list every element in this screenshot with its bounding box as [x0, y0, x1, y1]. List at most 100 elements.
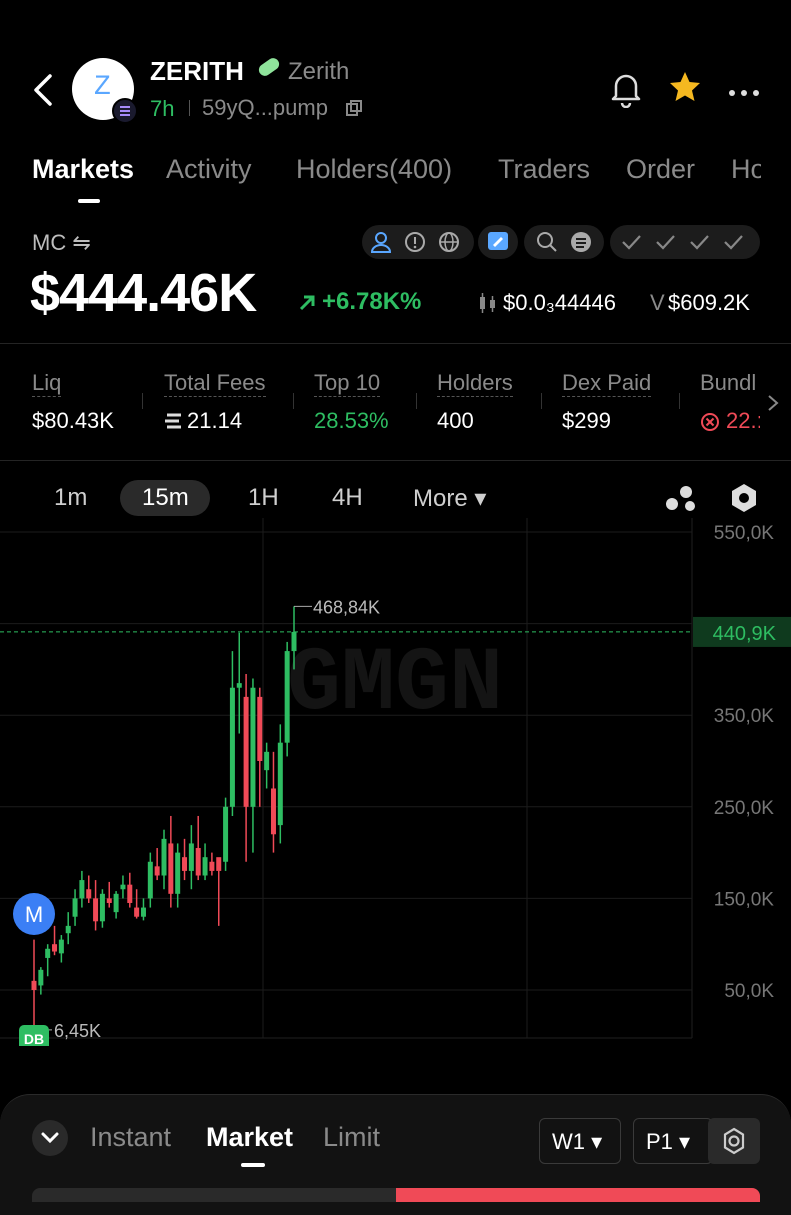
candle — [65, 912, 71, 945]
candle-body — [65, 925, 71, 934]
stat-top10-value: 28.53% — [314, 408, 389, 433]
market-cap-value: $444.46K — [30, 263, 257, 323]
globe-icon[interactable] — [438, 231, 460, 253]
gear-icon — [723, 1127, 745, 1155]
more-options-icon[interactable] — [728, 84, 760, 102]
candle-body — [140, 907, 146, 917]
candle — [202, 843, 208, 881]
stat-fees-label[interactable]: Total Fees — [164, 370, 266, 397]
interval-15m[interactable]: 15m — [142, 484, 189, 512]
stat-fees-value: 21.14 — [187, 408, 243, 433]
settings-hexagon-icon[interactable] — [729, 482, 759, 514]
copy-icon[interactable] — [346, 100, 362, 116]
candle — [140, 898, 146, 921]
candle-body — [52, 944, 58, 952]
candle — [264, 742, 270, 789]
edit-info-icon[interactable] — [487, 231, 509, 253]
candle — [127, 872, 133, 908]
divider — [416, 393, 417, 409]
order-tab-market[interactable]: Market — [206, 1122, 293, 1153]
interval-more[interactable]: More ▾ — [413, 484, 486, 513]
y-axis: 550,0K450,0K350,0K250,0K150,0K50,0K — [714, 523, 775, 1002]
order-settings-button[interactable] — [708, 1118, 760, 1164]
candle-body — [229, 687, 235, 807]
candle-body — [113, 893, 119, 913]
stat-holders-label[interactable]: Holders — [437, 370, 513, 397]
stat-dexpaid-label[interactable]: Dex Paid — [562, 370, 652, 397]
candle-body — [257, 696, 263, 761]
interval-4h[interactable]: 4H — [332, 484, 363, 512]
tab-activity[interactable]: Activity — [166, 154, 252, 185]
arrow-up-right-icon — [299, 295, 315, 311]
search-icon[interactable] — [536, 231, 558, 253]
chevron-right-icon[interactable] — [766, 394, 780, 412]
candle-body — [58, 939, 64, 954]
tab-order[interactable]: Order — [626, 154, 695, 185]
token-name: ZERITH — [150, 56, 244, 86]
candle-body — [243, 696, 249, 807]
wallet-select[interactable]: W1 ▾ — [539, 1118, 621, 1164]
candle-body — [236, 683, 242, 688]
candle — [31, 939, 37, 1030]
low-label: 6,45K — [54, 1021, 101, 1041]
candle — [270, 751, 276, 853]
tab-markets[interactable]: Markets — [32, 154, 134, 185]
candle-body — [86, 889, 92, 899]
mc-label[interactable]: MC ⇋ — [32, 230, 91, 256]
check-icon — [724, 235, 743, 250]
interval-1h[interactable]: 1H — [248, 484, 279, 512]
tab-overflow[interactable]: Ho — [731, 154, 761, 185]
candle-body — [127, 884, 133, 903]
info-icon[interactable] — [404, 231, 426, 253]
contract-address[interactable]: 59yQ...pump — [202, 95, 328, 121]
candle-body — [99, 893, 105, 922]
divider — [0, 460, 791, 461]
marker-m-label: M — [25, 902, 43, 927]
order-tab-instant[interactable]: Instant — [90, 1122, 171, 1153]
candle — [209, 852, 215, 876]
active-tab-indicator — [78, 199, 100, 203]
close-circle-icon — [701, 413, 719, 431]
candle — [134, 889, 140, 919]
logo-z-glyph: Z — [94, 72, 111, 103]
divider — [293, 393, 294, 409]
indicators-icon[interactable] — [664, 482, 698, 514]
stat-top10-label[interactable]: Top 10 — [314, 370, 381, 397]
interval-1m[interactable]: 1m — [54, 484, 87, 512]
order-tab-indicator — [241, 1163, 265, 1167]
bell-icon[interactable] — [608, 70, 644, 113]
favorite-star-icon[interactable] — [668, 70, 702, 109]
candle — [58, 935, 64, 963]
collapse-button[interactable] — [32, 1120, 68, 1156]
tab-traders[interactable]: Traders — [498, 154, 590, 185]
y-tick-label: 350,0K — [714, 706, 775, 727]
volume-prefix: V — [650, 290, 665, 315]
stat-liq-label[interactable]: Liq — [32, 370, 62, 397]
candle-body — [195, 848, 201, 876]
chevron-left-icon — [34, 74, 52, 106]
user-icon[interactable] — [370, 231, 392, 253]
candle-body — [134, 907, 140, 917]
candle — [99, 889, 105, 928]
chart-grid — [0, 518, 693, 1039]
price-chart[interactable]: GMGN 550,0K450,0K350,0K250,0K150,0K50,0K… — [0, 518, 791, 1046]
volume-value: $609.2K — [668, 290, 750, 315]
candle-body — [45, 948, 51, 958]
menu-circle-icon[interactable] — [570, 231, 592, 253]
preset-select[interactable]: P1 ▾ — [633, 1118, 713, 1164]
candle — [216, 857, 222, 926]
candle-body — [270, 788, 276, 835]
last-price-label: 440,9K — [713, 623, 777, 645]
stat-liq-value: $80.43K — [32, 408, 114, 433]
candle — [45, 944, 51, 977]
token-price: $0.0₃44446 — [503, 290, 616, 315]
candle — [52, 925, 58, 956]
candle — [113, 891, 119, 919]
candle-body — [291, 631, 297, 652]
back-button[interactable] — [30, 70, 62, 110]
candle — [154, 848, 160, 881]
order-tab-limit[interactable]: Limit — [323, 1122, 380, 1153]
tab-holders[interactable]: Holders(400) — [296, 154, 452, 185]
stat-bundle-label[interactable]: Bundl — [700, 370, 760, 396]
check-icon — [622, 235, 641, 250]
